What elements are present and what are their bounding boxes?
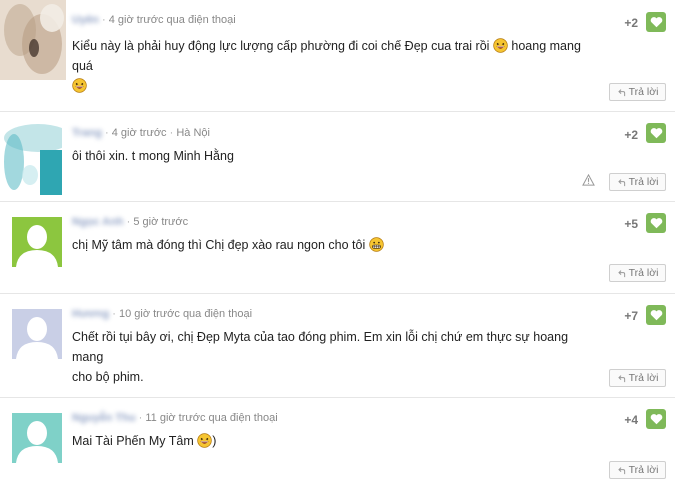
vote-score: +2 xyxy=(624,16,638,30)
comment-time: 11 giờ trước qua điện thoại xyxy=(145,412,278,424)
comment-text: Chết rồi tụi bây ơi, chị Đẹp Myta của ta… xyxy=(72,327,602,387)
reply-label: Trả lời xyxy=(628,267,659,279)
reply-button[interactable]: Trả lời xyxy=(609,173,666,191)
comment-text-main: Kiểu này là phải huy động lực lượng cấp … xyxy=(72,39,490,53)
comment-text-tail: ) xyxy=(212,434,217,448)
reply-button[interactable]: Trả lời xyxy=(609,369,666,387)
like-button[interactable] xyxy=(646,305,666,325)
comment-item: Ngọc Anh · 5 giờ trước chị Mỹ tâm mà đón… xyxy=(0,202,675,294)
heart-icon xyxy=(650,128,662,139)
reply-label: Trả lời xyxy=(628,372,659,384)
heart-icon xyxy=(650,17,662,28)
comment-item: Uyên · 4 giờ trước qua điện thoại Kiểu n… xyxy=(0,0,675,112)
avatar[interactable] xyxy=(0,120,62,195)
reply-label: Trả lời xyxy=(628,464,659,476)
meta-separator: · xyxy=(101,14,106,26)
meta-separator: · xyxy=(105,127,109,139)
comment-item: Nguyễn Thu · 11 giờ trước qua điện thoại… xyxy=(0,398,675,490)
like-button[interactable] xyxy=(646,123,666,143)
comment-meta: Nguyễn Thu · 11 giờ trước qua điện thoại xyxy=(72,412,278,424)
reply-arrow-icon xyxy=(617,466,625,474)
comment-meta: Hương · 10 giờ trước qua điện thoại xyxy=(72,308,252,320)
avatar[interactable] xyxy=(12,309,62,359)
heart-icon xyxy=(650,218,662,229)
meta-separator: · xyxy=(169,127,174,139)
heart-icon xyxy=(650,414,662,425)
comment-meta: Uyên · 4 giờ trước qua điện thoại xyxy=(72,14,236,26)
reply-label: Trả lời xyxy=(628,86,659,98)
avatar[interactable] xyxy=(12,413,62,463)
avatar[interactable] xyxy=(0,0,66,80)
comment-text: Kiểu này là phải huy động lực lượng cấp … xyxy=(72,36,602,96)
reply-button[interactable]: Trả lời xyxy=(609,461,666,479)
comment-text-main: Mai Tài Phến My Tâm xyxy=(72,434,194,448)
like-button[interactable] xyxy=(646,213,666,233)
laughing-emoji-icon xyxy=(72,78,87,93)
vote-score: +2 xyxy=(624,128,638,142)
comment-text: Mai Tài Phến My Tâm ) xyxy=(72,431,602,451)
comment-text: chị Mỹ tâm mà đóng thì Chị đẹp xào rau n… xyxy=(72,235,602,255)
default-avatar-silhouette xyxy=(12,217,62,267)
comment-text: ôi thôi xin. t mong Minh Hằng xyxy=(72,146,602,166)
vote-score: +7 xyxy=(624,309,638,323)
comment-location: Hà Nội xyxy=(176,127,210,139)
comment-item: Hương · 10 giờ trước qua điện thoại Chết… xyxy=(0,294,675,398)
comment-time: 4 giờ trước qua điện thoại xyxy=(108,14,236,26)
author-name[interactable]: Trang xyxy=(72,127,102,139)
comment-text-main: chị Mỹ tâm mà đóng thì Chị đẹp xào rau n… xyxy=(72,238,366,252)
reply-button[interactable]: Trả lời xyxy=(609,83,666,101)
laughing-emoji-icon xyxy=(197,433,213,448)
comment-meta: Ngọc Anh · 5 giờ trước xyxy=(72,216,188,228)
grinning-emoji-icon xyxy=(368,237,384,252)
heart-icon xyxy=(650,310,662,321)
comment-text-main: ôi thôi xin. t mong Minh Hằng xyxy=(72,149,234,163)
like-button[interactable] xyxy=(646,409,666,429)
default-avatar-silhouette xyxy=(12,413,62,463)
reply-arrow-icon xyxy=(617,269,625,277)
reply-button[interactable]: Trả lời xyxy=(609,264,666,282)
meta-separator: · xyxy=(112,308,116,320)
meta-separator: · xyxy=(126,216,131,228)
comment-item: Trang · 4 giờ trước · Hà Nội ôi thôi xin… xyxy=(0,112,675,202)
meta-separator: · xyxy=(138,412,143,424)
comment-text-line: Chết rồi tụi bây ơi, chị Đẹp Myta của ta… xyxy=(72,330,569,364)
like-button[interactable] xyxy=(646,12,666,32)
reply-arrow-icon xyxy=(617,88,625,96)
reply-arrow-icon xyxy=(617,178,625,186)
comment-meta: Trang · 4 giờ trước · Hà Nội xyxy=(72,127,210,139)
user-photo xyxy=(0,0,66,80)
vote-score: +5 xyxy=(624,217,638,231)
author-name[interactable]: Uyên xyxy=(72,14,99,26)
author-name[interactable]: Ngọc Anh xyxy=(72,216,124,228)
author-name[interactable]: Nguyễn Thu xyxy=(72,412,136,424)
reply-arrow-icon xyxy=(617,374,625,382)
comment-time: 10 giờ trước qua điện thoại xyxy=(118,308,253,320)
avatar[interactable] xyxy=(12,217,62,267)
comment-text-line: cho bộ phim. xyxy=(72,370,144,384)
user-photo xyxy=(0,120,62,195)
author-name[interactable]: Hương xyxy=(72,308,109,320)
vote-score: +4 xyxy=(624,413,638,427)
warning-triangle-icon[interactable] xyxy=(582,174,595,186)
comment-time: 5 giờ trước xyxy=(133,216,189,228)
comment-time: 4 giờ trước xyxy=(111,127,167,139)
reply-label: Trả lời xyxy=(628,176,659,188)
default-avatar-silhouette xyxy=(12,309,62,359)
laughing-emoji-icon xyxy=(493,38,508,53)
